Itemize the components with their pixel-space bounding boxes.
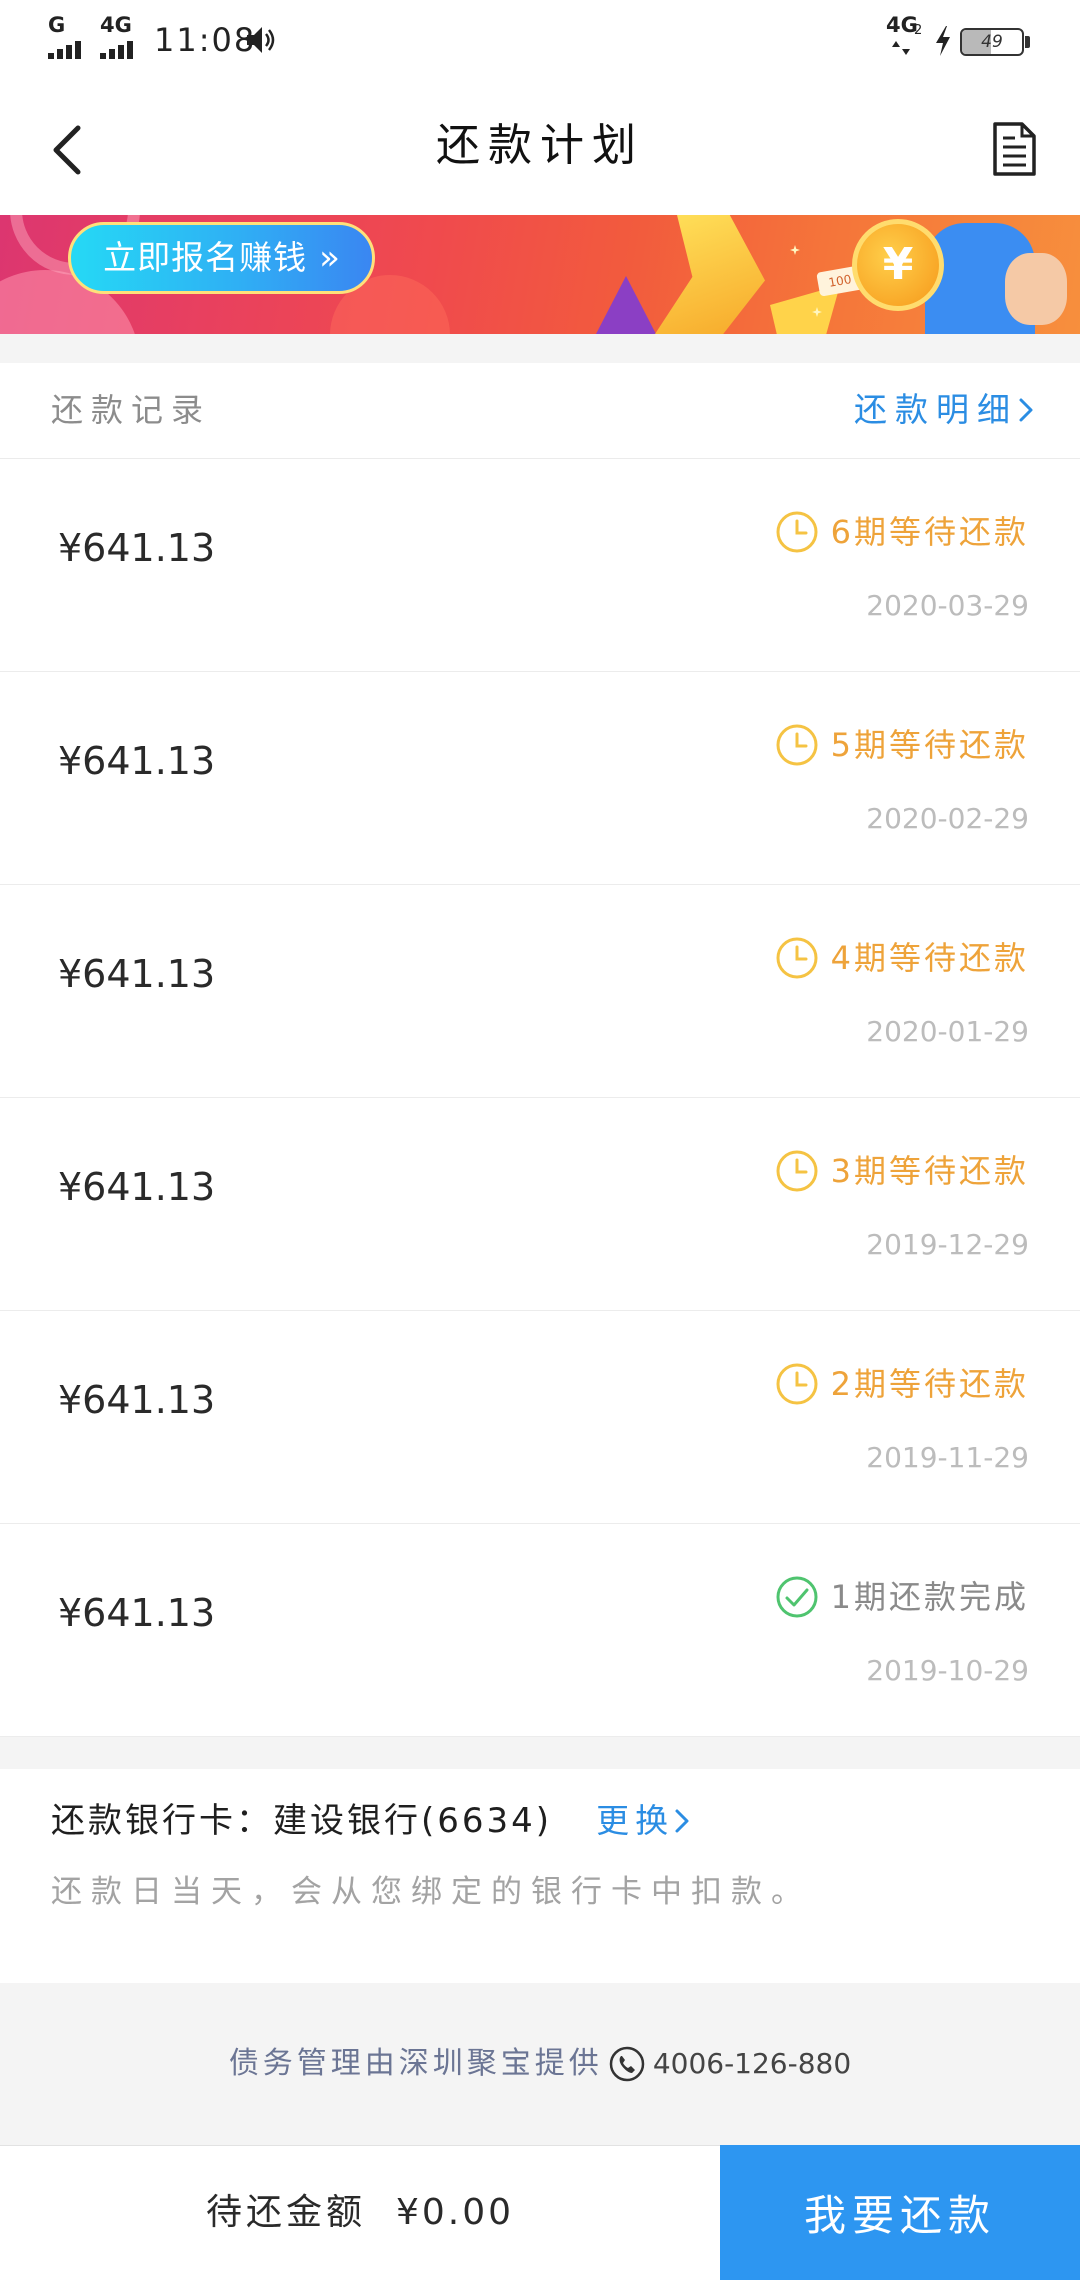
service-phone-number: 4006-126-880 [652, 2047, 852, 2080]
signal-bars-icon [48, 39, 84, 59]
bank-card-name: 建设银行(6634) [273, 1801, 553, 1841]
amount-due-label: 待还金额 [205, 2192, 366, 2233]
banner-coin: ¥ [852, 219, 944, 311]
installment-due-date: 2020-02-29 [866, 802, 1029, 835]
installment-row: ¥641.13 5期等待还款 2020-02-29 [0, 672, 1080, 885]
installment-status-text: 1期还款完成 [830, 1578, 1029, 1616]
bank-card-label: 还款银行卡： [51, 1801, 273, 1841]
clock-icon [776, 724, 818, 766]
installment-status-text: 5期等待还款 [830, 726, 1029, 764]
installment-status: 6期等待还款 [775, 509, 1029, 555]
status-bar: G 4G 11:08 4G 2 49 [0, 0, 1080, 80]
bank-card-line: 还款银行卡： 建设银行(6634) 更换 [51, 1798, 690, 1844]
installment-status-text: 6期等待还款 [830, 513, 1029, 551]
back-arrow-icon[interactable] [46, 122, 90, 178]
app-header: 还款计划 [0, 80, 1080, 215]
signal-2-label: 4G [100, 13, 132, 37]
promo-banner[interactable]: 100 ¥ 立即报名赚钱 » [0, 215, 1080, 334]
installment-row: ¥641.13 3期等待还款 2019-12-29 [0, 1098, 1080, 1311]
installment-due-date: 2019-11-29 [866, 1441, 1029, 1474]
banner-figure-hand [1005, 253, 1067, 325]
banner-decoration [596, 276, 656, 334]
clock-icon [776, 1363, 818, 1405]
clock-icon [776, 511, 818, 553]
installment-amount: ¥641.13 [58, 526, 216, 570]
installment-status: 3期等待还款 [775, 1148, 1029, 1194]
installment-row: ¥641.13 4期等待还款 2020-01-29 [0, 885, 1080, 1098]
network-right-sub: 2 [914, 23, 923, 38]
repayment-detail-label: 还款明细 [854, 390, 1018, 429]
service-provider-text: 债务管理由深圳聚宝提供 [228, 2046, 603, 2081]
installment-amount: ¥641.13 [58, 1378, 216, 1422]
speaker-icon [247, 27, 275, 53]
installment-status-text: 3期等待还款 [830, 1152, 1029, 1190]
installment-due-date: 2019-12-29 [866, 1228, 1029, 1261]
double-chevron-right-icon: » [319, 238, 340, 278]
installment-due-date: 2020-03-29 [866, 589, 1029, 622]
installment-list: ¥641.13 6期等待还款 2020-03-29 ¥641.13 5期等待还款… [0, 459, 1080, 1737]
signal-bars-icon [100, 39, 136, 59]
installment-due-date: 2019-10-29 [866, 1654, 1029, 1687]
bank-card-section: 还款银行卡： 建设银行(6634) 更换 还款日当天，会从您绑定的银行卡中扣款。 [0, 1769, 1080, 1983]
change-card-link[interactable]: 更换 [596, 1798, 690, 1844]
records-header: 还款记录 还款明细 [0, 363, 1080, 459]
installment-amount: ¥641.13 [58, 739, 216, 783]
service-phone-link[interactable]: 4006-126-880 [609, 2044, 851, 2084]
amount-due: 待还金额 ¥0.00 [0, 2146, 720, 2280]
charging-bolt-icon [936, 26, 950, 56]
signup-earn-label: 立即报名赚钱 [103, 238, 308, 277]
data-arrows-icon [892, 41, 910, 55]
installment-amount: ¥641.13 [58, 952, 216, 996]
installment-amount: ¥641.13 [58, 1165, 216, 1209]
bottom-bar: 待还金额 ¥0.00 我要还款 [0, 2145, 1080, 2280]
installment-status: 2期等待还款 [775, 1361, 1029, 1407]
check-circle-icon [776, 1576, 818, 1618]
amount-due-value: ¥0.00 [395, 2192, 515, 2233]
signal-2: 4G [100, 14, 136, 59]
installment-due-date: 2020-01-29 [866, 1015, 1029, 1048]
installment-status: 5期等待还款 [775, 722, 1029, 768]
battery-tip [1025, 36, 1030, 48]
installment-status: 1期还款完成 [775, 1574, 1029, 1620]
records-title: 还款记录 [51, 391, 212, 429]
installment-row: ¥641.13 2期等待还款 2019-11-29 [0, 1311, 1080, 1524]
bank-card-note: 还款日当天，会从您绑定的银行卡中扣款。 [51, 1874, 811, 1910]
signup-earn-button[interactable]: 立即报名赚钱 » [68, 222, 375, 294]
chevron-right-icon [1019, 398, 1033, 422]
repayment-detail-link[interactable]: 还款明细 [854, 388, 1034, 432]
battery-icon: 49 [960, 28, 1024, 56]
installment-status-text: 2期等待还款 [830, 1365, 1029, 1403]
banner-ribbon [655, 215, 765, 334]
signal-1-label: G [48, 13, 66, 37]
page-title: 还款计划 [436, 120, 644, 171]
clock-icon [776, 1150, 818, 1192]
clock-icon [776, 937, 818, 979]
installment-status: 4期等待还款 [775, 935, 1029, 981]
sparkle-icon [790, 245, 800, 255]
status-time: 11:08 [154, 21, 257, 59]
service-info: 债务管理由深圳聚宝提供 4006-126-880 [0, 1983, 1080, 2145]
battery-level: 49 [981, 32, 1003, 52]
chevron-right-icon [675, 1809, 689, 1833]
installment-status-text: 4期等待还款 [830, 939, 1029, 977]
installment-amount: ¥641.13 [58, 1591, 216, 1635]
network-indicator: 4G 2 [886, 14, 930, 64]
signal-1: G [48, 14, 84, 59]
installment-row: ¥641.13 6期等待还款 2020-03-29 [0, 459, 1080, 672]
phone-icon [609, 2046, 645, 2082]
change-card-label: 更换 [596, 1801, 675, 1840]
repay-button[interactable]: 我要还款 [720, 2145, 1080, 2280]
installment-row: ¥641.13 1期还款完成 2019-10-29 [0, 1524, 1080, 1737]
document-icon[interactable] [990, 120, 1038, 178]
